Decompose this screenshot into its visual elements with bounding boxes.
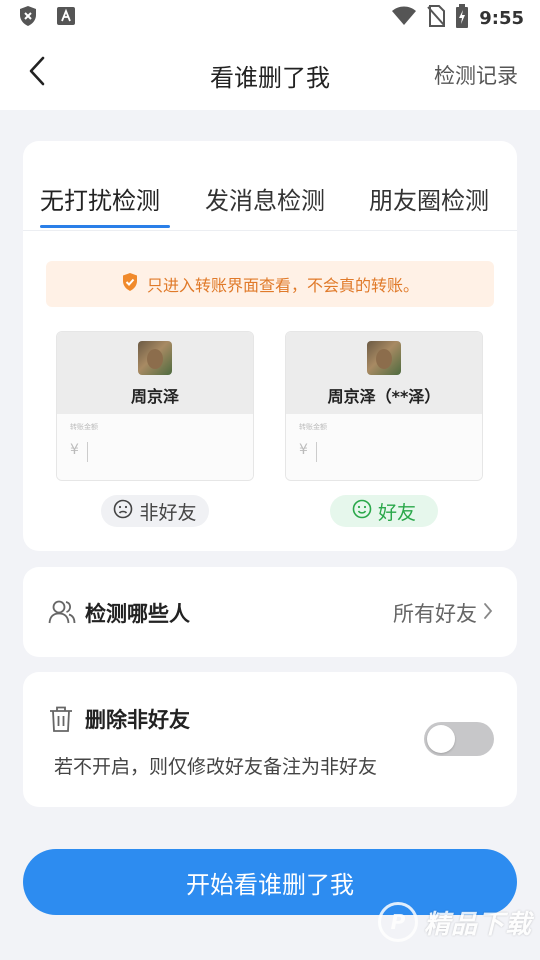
no-sim-icon — [427, 5, 446, 31]
battery-charging-icon — [455, 4, 469, 32]
detect-targets-title: 检测哪些人 — [85, 602, 190, 626]
tab-moments-detect[interactable]: 朋友圈检测 — [369, 181, 489, 216]
currency-symbol: ¥ — [70, 442, 79, 458]
demo-nonfriend-preview: 周京泽 转账金额 ¥ — [56, 331, 254, 481]
smile-face-icon — [352, 499, 372, 524]
currency-symbol: ¥ — [299, 442, 308, 458]
delete-nonfriends-card: 删除非好友 若不开启，则仅修改好友备注为非好友 — [23, 672, 517, 807]
nonfriend-label: 非好友 — [139, 501, 197, 524]
nonfriend-badge: 非好友 — [101, 495, 209, 527]
a-badge-icon — [56, 6, 76, 30]
wifi-icon — [391, 6, 417, 30]
field-label: 转账金额 — [70, 423, 98, 431]
tab-quiet-detect[interactable]: 无打扰检测 — [40, 181, 160, 216]
chevron-right-icon — [483, 601, 493, 625]
input-caret — [87, 442, 88, 462]
watermark-text: 精品下载 — [423, 909, 532, 940]
detection-card: 无打扰检测 发消息检测 朋友圈检测 只进入转账界面查看，不会真的转账。 周京泽 … — [23, 141, 517, 551]
detect-targets-row[interactable]: 检测哪些人 所有好友 — [23, 567, 517, 657]
detect-targets-value-text: 所有好友 — [393, 602, 477, 626]
friend-badge: 好友 — [330, 495, 438, 527]
watermark: P 精品下载 — [377, 902, 532, 942]
people-icon — [48, 599, 76, 629]
trash-icon — [48, 705, 74, 737]
field-label: 转账金额 — [299, 423, 327, 431]
shield-check-icon — [121, 272, 139, 296]
shield-x-icon — [18, 5, 38, 31]
detect-targets-value[interactable]: 所有好友 — [393, 598, 493, 628]
notice-banner: 只进入转账界面查看，不会真的转账。 — [46, 261, 494, 307]
contact-name: 周京泽 — [130, 387, 179, 406]
contact-name: 周京泽（**泽） — [327, 387, 441, 406]
toggle-knob — [427, 725, 455, 753]
notice-text: 只进入转账界面查看，不会真的转账。 — [146, 276, 419, 295]
nav-bar: 看谁删了我 检测记录 — [0, 36, 540, 110]
delete-nonfriends-title: 删除非好友 — [85, 708, 190, 732]
history-link[interactable]: 检测记录 — [434, 60, 518, 90]
input-caret — [316, 442, 317, 462]
demo-friend-preview: 周京泽（**泽） 转账金额 ¥ — [285, 331, 483, 481]
delete-nonfriends-subtitle: 若不开启，则仅修改好友备注为非好友 — [54, 756, 378, 778]
delete-nonfriends-toggle[interactable] — [424, 722, 494, 756]
clock: 9:55 — [479, 7, 524, 29]
watermark-logo-icon: P — [377, 902, 418, 942]
friend-label: 好友 — [377, 501, 416, 524]
status-bar: 9:55 — [0, 0, 540, 36]
sad-face-icon — [113, 499, 133, 524]
tab-bar: 无打扰检测 发消息检测 朋友圈检测 — [23, 141, 517, 231]
tab-indicator — [40, 225, 170, 228]
avatar — [367, 341, 401, 375]
avatar — [138, 341, 172, 375]
tab-message-detect[interactable]: 发消息检测 — [205, 181, 325, 216]
